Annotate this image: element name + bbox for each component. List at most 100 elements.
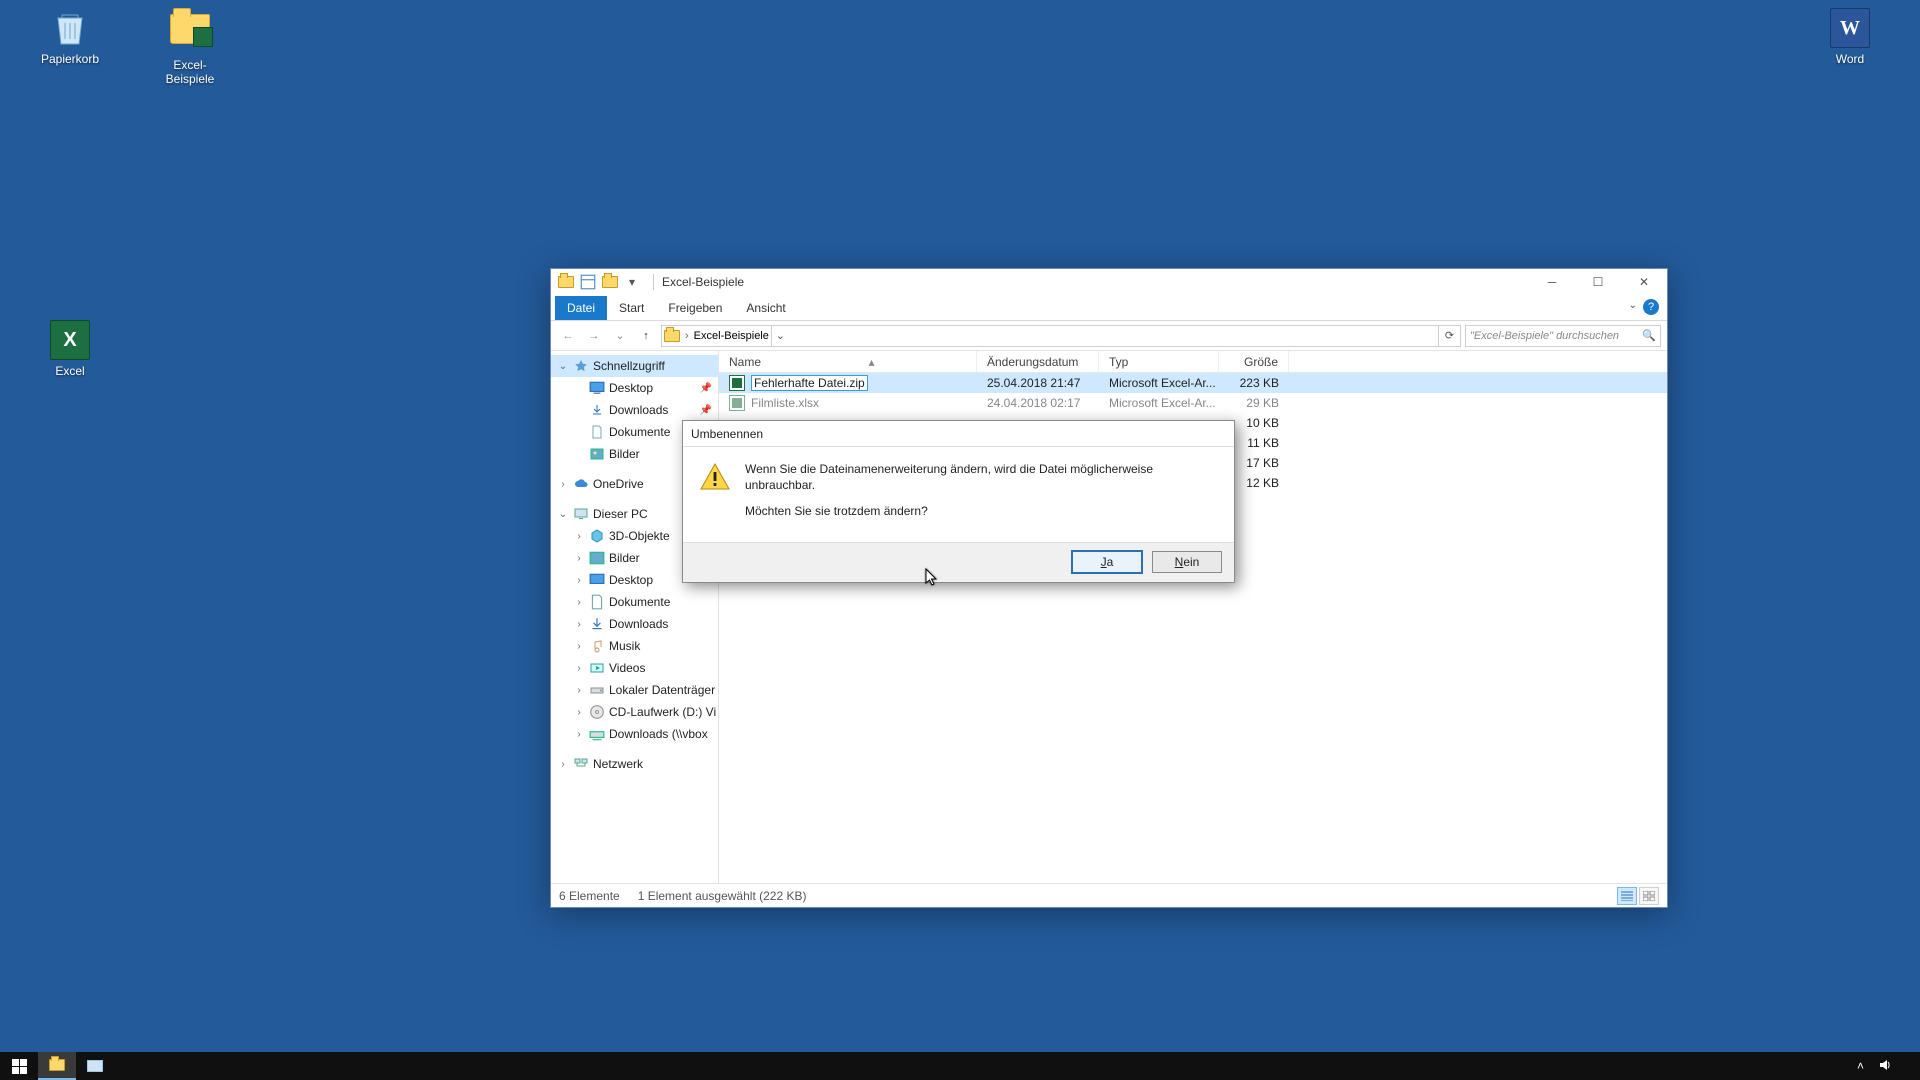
refresh-button[interactable]: ⟳ bbox=[1438, 326, 1460, 346]
nav-quick-desktop[interactable]: Desktop📌 bbox=[551, 377, 718, 399]
column-date[interactable]: Änderungsdatum bbox=[977, 351, 1099, 372]
maximize-button[interactable]: ☐ bbox=[1575, 269, 1621, 295]
expand-icon[interactable]: › bbox=[573, 597, 585, 608]
nav-label: Desktop bbox=[609, 381, 653, 395]
expand-icon[interactable]: › bbox=[557, 479, 569, 490]
desktop-icon-label: Excel bbox=[30, 364, 110, 378]
pin-icon: 📌 bbox=[700, 405, 712, 416]
expand-icon[interactable]: › bbox=[573, 619, 585, 630]
nav-quick-downloads[interactable]: Downloads 📌 bbox=[551, 399, 718, 421]
close-button[interactable]: ✕ bbox=[1621, 269, 1667, 295]
taskbar-app-button[interactable] bbox=[76, 1052, 114, 1080]
ribbon-tab-view[interactable]: Ansicht bbox=[734, 296, 797, 320]
search-input[interactable]: "Excel-Beispiele" durchsuchen 🔍 bbox=[1465, 325, 1661, 347]
dialog-no-button[interactable]: Nein bbox=[1152, 551, 1222, 573]
windows-logo-icon bbox=[12, 1059, 27, 1074]
search-icon[interactable]: 🔍 bbox=[1642, 329, 1656, 342]
file-type: Microsoft Excel-Ar... bbox=[1099, 396, 1219, 410]
desktop[interactable]: Papierkorb Excel-Beispiele Word Excel ▾ … bbox=[0, 0, 1920, 1052]
nav-label: Dokumente bbox=[609, 425, 670, 439]
desktop-icon-word[interactable]: Word bbox=[1810, 8, 1890, 66]
collapse-icon[interactable]: ⌄ bbox=[557, 509, 569, 520]
ribbon-tab-file[interactable]: Datei bbox=[555, 296, 607, 320]
expand-icon[interactable]: › bbox=[573, 553, 585, 564]
nav-label: Dokumente bbox=[609, 595, 670, 609]
nav-label: Schnellzugriff bbox=[593, 359, 665, 373]
desktop-icon-recycle-bin[interactable]: Papierkorb bbox=[30, 8, 110, 66]
column-size[interactable]: Größe bbox=[1219, 351, 1289, 372]
nav-pc-documents[interactable]: › Dokumente bbox=[551, 591, 718, 613]
network-drive-icon bbox=[589, 726, 605, 742]
nav-quick-access[interactable]: ⌄ Schnellzugriff bbox=[551, 355, 718, 377]
window-titlebar[interactable]: ▾ Excel-Beispiele ─ ☐ ✕ bbox=[551, 269, 1667, 295]
nav-pc-cddrive[interactable]: › CD-Laufwerk (D:) Vi bbox=[551, 701, 718, 723]
nav-label: Lokaler Datenträger bbox=[609, 683, 715, 697]
nav-up-button[interactable]: ↑ bbox=[635, 325, 657, 347]
rename-input[interactable]: Fehlerhafte Datei.zip bbox=[751, 375, 868, 391]
window-buttons: ─ ☐ ✕ bbox=[1529, 269, 1667, 295]
nav-pc-netdownloads[interactable]: ›Downloads (\\vbox bbox=[551, 723, 718, 745]
tray-volume-icon[interactable] bbox=[1878, 1058, 1892, 1075]
desktop-icon-label: Papierkorb bbox=[30, 52, 110, 66]
collapse-icon[interactable]: ⌄ bbox=[557, 361, 569, 372]
tray-chevron-icon[interactable]: ˄ bbox=[1857, 1059, 1864, 1073]
minimize-button[interactable]: ─ bbox=[1529, 269, 1575, 295]
desktop-icon bbox=[589, 380, 605, 396]
nav-label: CD-Laufwerk (D:) Vi bbox=[609, 705, 716, 719]
start-button[interactable] bbox=[0, 1052, 38, 1080]
qat-dropdown-icon[interactable]: ▾ bbox=[623, 273, 641, 291]
desktop-icon-excel-beispiele[interactable]: Excel-Beispiele bbox=[150, 8, 230, 86]
expand-icon[interactable]: › bbox=[573, 707, 585, 718]
file-row[interactable]: Filmliste.xlsx 24.04.2018 02:17 Microsof… bbox=[719, 393, 1667, 413]
system-tray[interactable]: ˄ bbox=[1847, 1058, 1920, 1075]
nav-label: OneDrive bbox=[593, 477, 644, 491]
ribbon-collapse-icon[interactable]: ⌄ bbox=[1629, 300, 1637, 311]
expand-icon[interactable]: › bbox=[573, 663, 585, 674]
disc-icon bbox=[589, 704, 605, 720]
nav-pc-music[interactable]: › Musik bbox=[551, 635, 718, 657]
view-details-button[interactable] bbox=[1617, 887, 1637, 905]
desktop-icon-excel[interactable]: Excel bbox=[30, 320, 110, 378]
nav-label: Musik bbox=[609, 639, 640, 653]
column-headers[interactable]: Name▴ Änderungsdatum Typ Größe bbox=[719, 351, 1667, 373]
dialog-yes-button[interactable]: Ja bbox=[1072, 551, 1142, 573]
nav-pc-downloads[interactable]: ›Downloads bbox=[551, 613, 718, 635]
music-icon bbox=[589, 638, 605, 654]
view-thumbnails-button[interactable] bbox=[1639, 887, 1659, 905]
taskbar-explorer-button[interactable] bbox=[38, 1052, 76, 1080]
expand-icon[interactable]: › bbox=[557, 759, 569, 770]
desktop-icon-label: Excel-Beispiele bbox=[150, 58, 230, 86]
breadcrumb-dropdown-icon[interactable]: ⌄ bbox=[771, 326, 789, 346]
nav-pc-localdrive[interactable]: › Lokaler Datenträger bbox=[551, 679, 718, 701]
expand-icon[interactable]: › bbox=[573, 575, 585, 586]
rename-dialog[interactable]: Umbenennen Wenn Sie die Dateinamenerweit… bbox=[682, 420, 1235, 583]
nav-label: Downloads bbox=[609, 403, 668, 417]
expand-icon[interactable]: › bbox=[573, 641, 585, 652]
network-icon bbox=[573, 756, 589, 772]
nav-back-button[interactable]: ← bbox=[557, 325, 579, 347]
expand-icon[interactable]: › bbox=[573, 685, 585, 696]
nav-forward-button[interactable]: → bbox=[583, 325, 605, 347]
nav-network[interactable]: › Netzwerk bbox=[551, 753, 718, 775]
nav-recent-button[interactable]: ⌄ bbox=[609, 325, 631, 347]
qat-newfolder-icon[interactable] bbox=[601, 273, 619, 291]
ribbon-tab-share[interactable]: Freigeben bbox=[656, 296, 734, 320]
column-type[interactable]: Typ bbox=[1099, 351, 1219, 372]
explorer-window[interactable]: ▾ Excel-Beispiele ─ ☐ ✕ Datei Start Frei… bbox=[550, 268, 1668, 908]
ribbon-tab-start[interactable]: Start bbox=[607, 296, 656, 320]
qat-properties-icon[interactable] bbox=[579, 273, 597, 291]
file-xlsx-icon bbox=[729, 375, 745, 391]
breadcrumb-bar[interactable]: › Excel-Beispiele ⌄ ⟳ bbox=[661, 325, 1461, 347]
breadcrumb-location[interactable]: Excel-Beispiele bbox=[694, 330, 769, 342]
folder-icon bbox=[170, 14, 210, 54]
dialog-title[interactable]: Umbenennen bbox=[683, 421, 1234, 447]
column-name[interactable]: Name▴ bbox=[719, 351, 977, 372]
expand-icon[interactable]: › bbox=[573, 531, 585, 542]
status-bar: 6 Elemente 1 Element ausgewählt (222 KB) bbox=[551, 883, 1667, 907]
taskbar[interactable]: ˄ bbox=[0, 1052, 1920, 1080]
help-icon[interactable]: ? bbox=[1643, 299, 1659, 315]
nav-label: Netzwerk bbox=[593, 757, 643, 771]
file-row[interactable]: Fehlerhafte Datei.zip 25.04.2018 21:47 M… bbox=[719, 373, 1667, 393]
expand-icon[interactable]: › bbox=[573, 729, 585, 740]
nav-pc-videos[interactable]: ›Videos bbox=[551, 657, 718, 679]
